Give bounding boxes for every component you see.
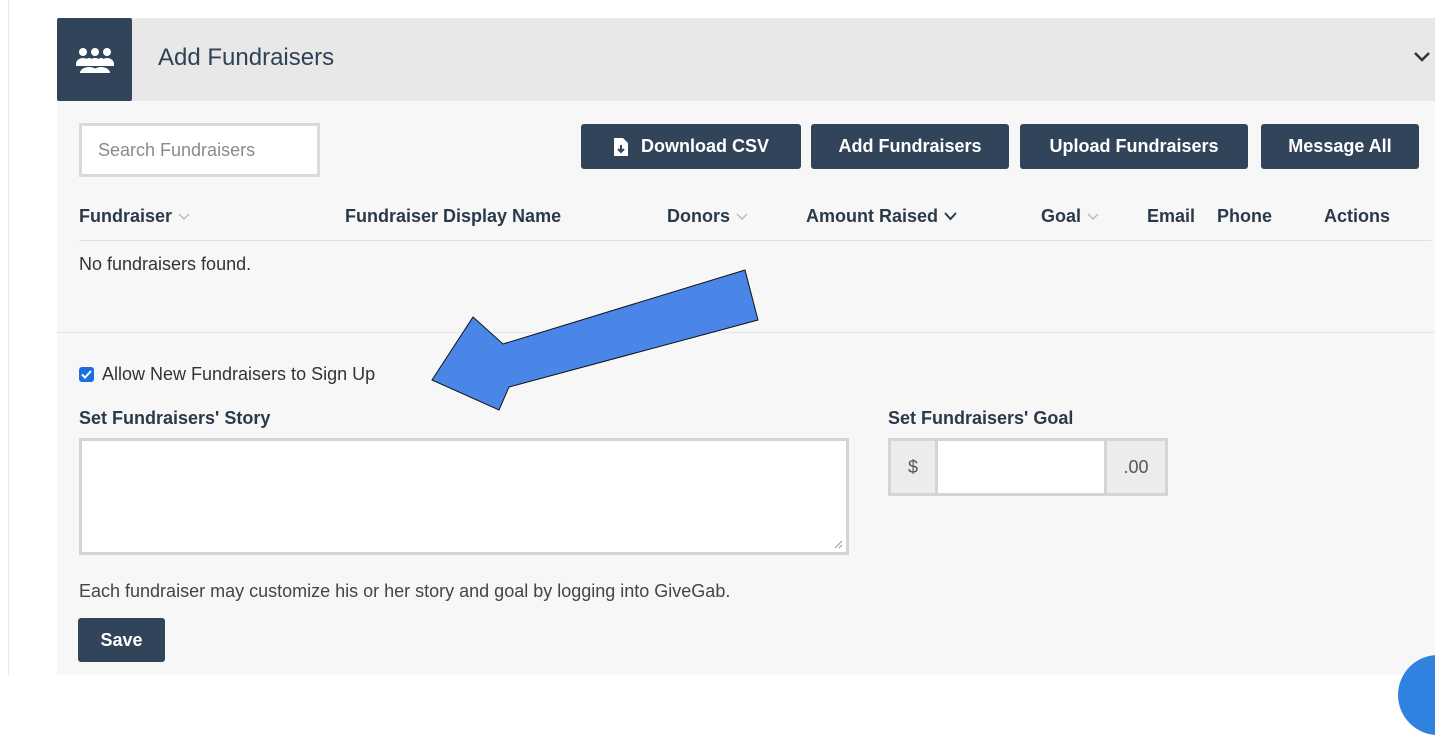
message-all-label: Message All (1288, 136, 1392, 156)
search-fundraisers-input[interactable] (79, 123, 320, 177)
section-divider (57, 332, 1435, 333)
column-actions: Actions (1324, 206, 1390, 227)
sort-chevron-icon (736, 212, 748, 220)
add-fundraisers-button[interactable]: Add Fundraisers (811, 124, 1009, 169)
column-actions-label: Actions (1324, 206, 1391, 226)
group-icon (75, 47, 114, 73)
page-left-divider (8, 0, 9, 675)
column-phone: Phone (1217, 206, 1272, 227)
empty-table-message: No fundraisers found. (79, 254, 252, 274)
column-email: Email (1147, 206, 1195, 227)
goal-amount-input[interactable] (935, 441, 1107, 493)
column-fundraiser[interactable]: Fundraiser (79, 206, 190, 227)
column-display-name: Fundraiser Display Name (345, 206, 561, 227)
allow-signup-row[interactable]: Allow New Fundraisers to Sign Up (79, 364, 375, 385)
column-donors[interactable]: Donors (667, 206, 748, 227)
column-amount-raised[interactable]: Amount Raised (806, 206, 957, 227)
allow-signup-checkbox[interactable] (79, 367, 94, 382)
sort-chevron-icon (1087, 212, 1099, 220)
help-text: Each fundraiser may customize his or her… (79, 581, 731, 601)
column-goal-label: Goal (1041, 206, 1082, 226)
allow-signup-label: Allow New Fundraisers to Sign Up (102, 364, 376, 384)
checkmark-icon (81, 370, 92, 379)
column-phone-label: Phone (1217, 206, 1273, 226)
goal-currency-prefix: $ (891, 441, 935, 493)
message-all-button[interactable]: Message All (1261, 124, 1419, 169)
save-label: Save (100, 629, 143, 650)
goal-label: Set Fundraisers' Goal (888, 408, 1074, 428)
download-csv-button[interactable]: Download CSV (581, 124, 801, 169)
add-fundraisers-label: Add Fundraisers (838, 136, 982, 156)
table-header-divider (79, 240, 1431, 241)
column-amount-raised-label: Amount Raised (806, 206, 939, 226)
resize-handle-icon[interactable] (833, 539, 843, 549)
upload-fundraisers-button[interactable]: Upload Fundraisers (1020, 124, 1248, 169)
column-goal[interactable]: Goal (1041, 206, 1099, 227)
upload-fundraisers-label: Upload Fundraisers (1049, 136, 1219, 156)
panel-header[interactable]: Add Fundraisers (57, 18, 1435, 101)
panel-title: Add Fundraisers (158, 44, 335, 71)
add-fundraisers-panel: Add Fundraisers Download CSV Add Fundrai… (57, 18, 1435, 675)
chevron-down-icon[interactable] (1413, 48, 1431, 66)
download-csv-label: Download CSV (640, 136, 769, 156)
story-textarea[interactable] (79, 438, 849, 555)
column-display-name-label: Fundraiser Display Name (345, 206, 562, 226)
column-email-label: Email (1147, 206, 1196, 226)
file-download-icon (613, 137, 628, 156)
header-icon-box (57, 18, 132, 101)
sort-chevron-active-icon (944, 212, 957, 221)
story-label: Set Fundraisers' Story (79, 408, 271, 428)
goal-cents-suffix: .00 (1107, 441, 1165, 493)
save-button[interactable]: Save (78, 618, 165, 662)
column-fundraiser-label: Fundraiser (79, 206, 173, 226)
goal-input-group: $ .00 (888, 438, 1168, 496)
sort-chevron-icon (178, 212, 190, 220)
column-donors-label: Donors (667, 206, 730, 226)
